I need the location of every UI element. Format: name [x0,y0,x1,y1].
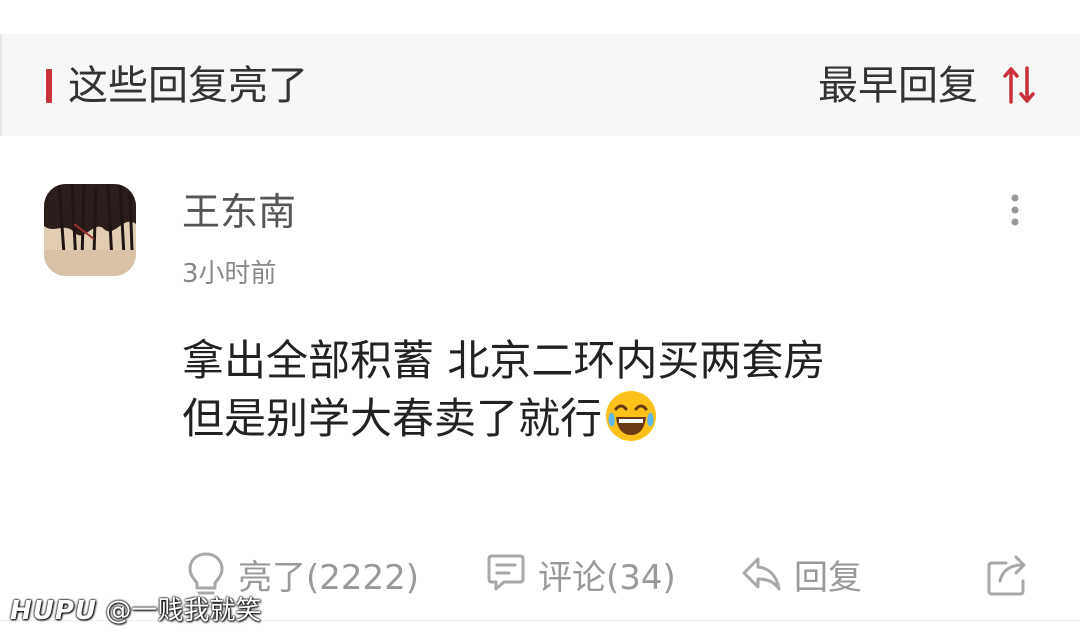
comment-time: 3小时前 [182,259,277,289]
comment-line-2: 但是别学大春卖了就行 [182,389,1042,447]
laughing-tears-emoji-icon [606,391,657,441]
watermark: HUPU @一贱我就笑 [10,594,261,628]
watermark-brand: HUPU [10,596,98,626]
username[interactable]: 王东南 [182,188,296,236]
top-strip [0,0,1080,34]
lightbulb-icon [188,552,224,595]
comment-content: 拿出全部积蓄 北京二环内买两套房 但是别学大春卖了就行 [182,332,1042,447]
comment-line-2-text: 但是别学大春卖了就行 [182,394,603,443]
comment-button[interactable]: 评论(34) [486,544,676,604]
reply-label: 回复 [794,557,862,598]
reply-button[interactable]: 回复 [740,544,862,604]
sort-arrows-icon[interactable] [1002,66,1036,104]
more-options-icon[interactable] [1000,190,1030,230]
light-count: 亮了(2222) [238,557,420,598]
sort-button[interactable]: 最早回复 [818,60,978,112]
comment-bubble-icon [487,554,525,591]
comment-count: 评论(34) [538,557,676,598]
comment-line-1: 拿出全部积蓄 北京二环内买两套房 [182,336,826,385]
share-icon [987,555,1026,596]
avatar[interactable] [44,184,136,276]
reply-arrow-icon [742,557,781,591]
section-accent-bar [46,69,52,103]
share-button[interactable] [986,544,1030,604]
section-title: 这些回复亮了 [68,63,308,109]
watermark-handle: @一贱我就笑 [105,596,262,626]
comment-card: 王东南 3小时前 拿出全部积蓄 北京二环内买两套房 但是别学大春卖了就行 亮了(… [0,136,1080,634]
section-header: 这些回复亮了 最早回复 [0,34,1080,136]
